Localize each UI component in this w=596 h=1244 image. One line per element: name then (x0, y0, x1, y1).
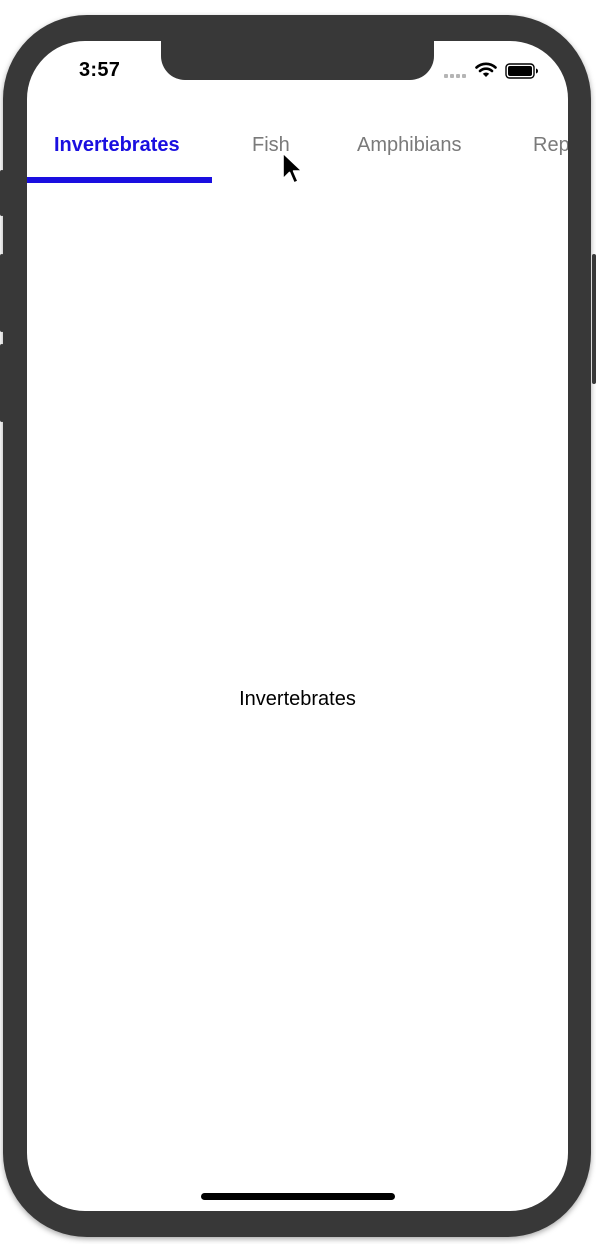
mouse-pointer-icon (282, 152, 303, 184)
tab-reptiles[interactable]: Reptiles (533, 134, 568, 157)
side-button-power (592, 254, 596, 384)
phone-screen: 3:57 Invertebrates Fish Amphibians Repti… (27, 41, 568, 1211)
side-button-volume-down (0, 344, 4, 422)
active-tab-indicator (27, 177, 212, 183)
side-button-mute (0, 170, 4, 216)
status-time: 3:57 (79, 59, 121, 81)
home-indicator[interactable] (201, 1193, 395, 1200)
tab-invertebrates[interactable]: Invertebrates (54, 134, 180, 157)
side-button-volume-up (0, 254, 4, 332)
content-label: Invertebrates (239, 688, 356, 710)
tab-amphibians[interactable]: Amphibians (357, 134, 462, 157)
wifi-icon (475, 62, 497, 77)
battery-icon (505, 63, 538, 79)
cellular-signal-icon (444, 74, 466, 78)
notch (161, 41, 434, 80)
